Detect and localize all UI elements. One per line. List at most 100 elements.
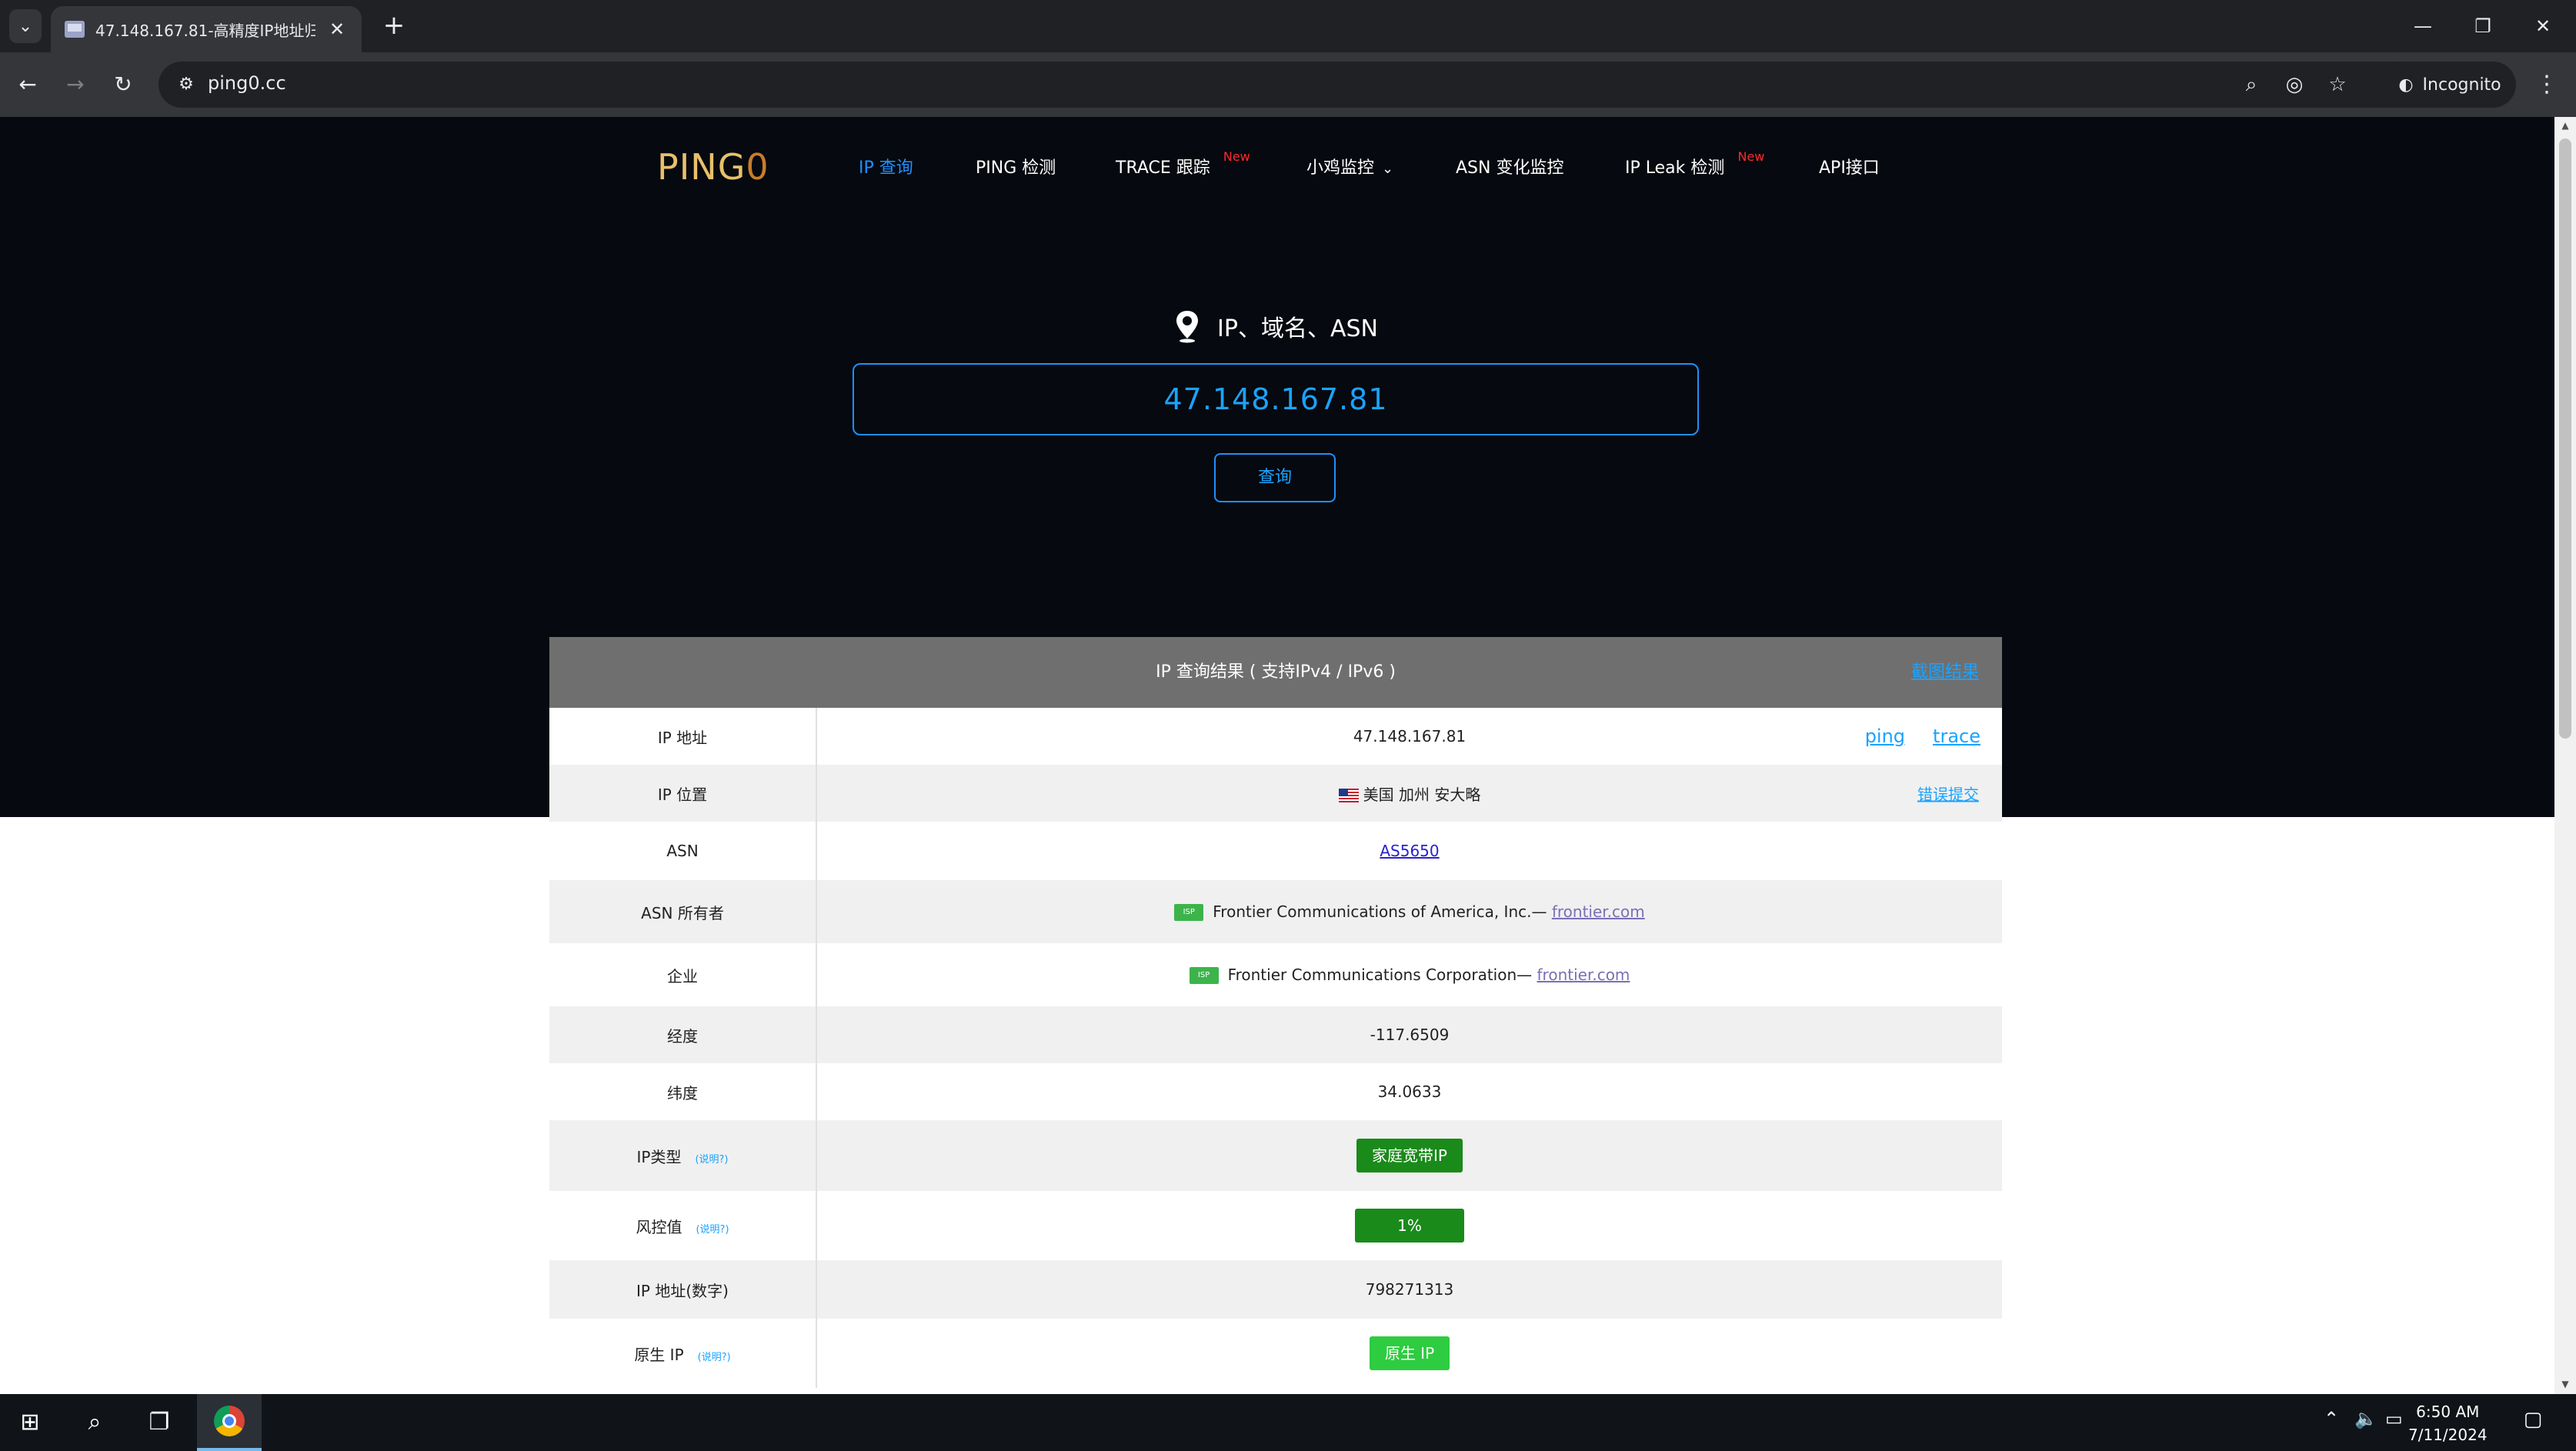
row-label: 企业	[549, 943, 817, 1006]
eye-off-icon[interactable]: ◎	[2279, 69, 2310, 100]
organization-value: Frontier Communications Corporation—	[1227, 965, 1533, 984]
risk-help-link[interactable]: (说明?)	[696, 1224, 729, 1236]
tray-chevron-up-icon[interactable]: ⌃	[2324, 1408, 2339, 1429]
task-view-icon[interactable]: ❐	[138, 1402, 180, 1443]
row-label: ASN 所有者	[549, 880, 817, 943]
nav-asn-monitor[interactable]: ASN 变化监控	[1456, 154, 1563, 178]
nav-api[interactable]: API接口	[1819, 154, 1880, 178]
nav-trace[interactable]: TRACE 跟踪 New	[1116, 149, 1250, 178]
results-table: IP 地址 47.148.167.81 ping trace IP 位置 美国 …	[549, 708, 2002, 1388]
ping-link[interactable]: ping	[1865, 726, 1905, 747]
nav-ip-leak[interactable]: IP Leak 检测 New	[1625, 149, 1764, 178]
nav-ip-query[interactable]: IP 查询	[859, 154, 913, 178]
nav-trace-label: TRACE 跟踪	[1116, 158, 1210, 178]
scroll-up-icon[interactable]: ▲	[2559, 120, 2571, 132]
table-row: 风控值 (说明?) 1%	[549, 1191, 2002, 1260]
asn-owner-domain-link[interactable]: frontier.com	[1552, 902, 1645, 921]
zoom-icon[interactable]: ⌕	[2236, 69, 2267, 100]
reload-icon[interactable]: ↻	[106, 68, 140, 102]
screenshot-link[interactable]: 截图结果	[1911, 637, 1979, 708]
trace-link[interactable]: trace	[1933, 726, 1980, 747]
chevron-down-icon: ⌄	[1382, 161, 1394, 177]
longitude-value: -117.6509	[816, 1006, 2002, 1063]
row-value: 家庭宽带IP	[816, 1120, 2002, 1191]
windows-start-icon[interactable]: ⊞	[9, 1402, 51, 1443]
tab-close-icon[interactable]: ✕	[326, 18, 348, 40]
ip-type-help-link[interactable]: (说明?)	[695, 1154, 728, 1166]
nav-monitor[interactable]: 小鸡监控 ⌄	[1306, 154, 1393, 178]
nav-monitor-label: 小鸡监控	[1306, 158, 1375, 178]
chrome-taskbar-button[interactable]	[197, 1394, 262, 1451]
page-scrollbar[interactable]: ▲ ▼	[2554, 117, 2576, 1394]
risk-badge: 1%	[1355, 1209, 1464, 1243]
table-row: IP 位置 美国 加州 安大略 错误提交	[549, 765, 2002, 822]
new-badge: New	[1737, 149, 1765, 164]
row-value: 原生 IP	[816, 1319, 2002, 1388]
ip-address-value: 47.148.167.81	[1353, 727, 1467, 746]
native-ip-badge: 原生 IP	[1369, 1336, 1450, 1370]
chrome-icon	[214, 1406, 245, 1436]
table-row: IP 地址(数字) 798271313	[549, 1260, 2002, 1319]
back-arrow-icon[interactable]: ←	[11, 68, 45, 102]
address-bar[interactable]: ⚙ ping0.cc ⌕ ◎ ☆	[158, 62, 2504, 108]
search-label-text: IP、域名、ASN	[1217, 315, 1378, 342]
search-input[interactable]: 47.148.167.81	[853, 363, 1699, 435]
row-value: 47.148.167.81 ping trace	[816, 708, 2002, 765]
row-label: 原生 IP (说明?)	[549, 1319, 817, 1388]
scrollbar-thumb[interactable]	[2559, 138, 2571, 739]
asn-owner-value: Frontier Communications of America, Inc.…	[1213, 902, 1547, 921]
native-ip-label: 原生 IP	[634, 1345, 684, 1364]
clock-time: 6:50 AM	[2416, 1403, 2480, 1421]
site-favicon-icon	[65, 21, 85, 38]
table-row: 纬度 34.0633	[549, 1063, 2002, 1120]
row-label: 经度	[549, 1006, 817, 1063]
url-text[interactable]: ping0.cc	[208, 72, 286, 94]
restore-button[interactable]: ❐	[2456, 9, 2510, 43]
site-info-icon[interactable]: ⚙	[172, 71, 200, 98]
browser-menu-icon[interactable]: ⋮	[2531, 68, 2562, 102]
query-button[interactable]: 查询	[1214, 453, 1336, 502]
notification-icon[interactable]: ▢	[2518, 1408, 2548, 1439]
site-logo[interactable]: PING0	[657, 146, 769, 188]
results-title: IP 查询结果 ( 支持IPv4 / IPv6 )	[1156, 662, 1396, 682]
tab-search-chevron-icon[interactable]: ⌄	[9, 9, 42, 43]
table-row: 企业 ISP Frontier Communications Corporatio…	[549, 943, 2002, 1006]
nav-ping[interactable]: PING 检测	[976, 154, 1056, 178]
clock-date: 7/11/2024	[2408, 1426, 2488, 1444]
tab-title: 47.148.167.81-高精度IP地址归属	[95, 21, 315, 40]
volume-muted-icon[interactable]: 🔈	[2354, 1408, 2377, 1429]
results-header: IP 查询结果 ( 支持IPv4 / IPv6 ) 截图结果	[549, 637, 2002, 708]
new-badge: New	[1223, 149, 1250, 164]
system-clock[interactable]: 6:50 AM 7/11/2024	[2408, 1400, 2488, 1446]
table-row: IP类型 (说明?) 家庭宽带IP	[549, 1120, 2002, 1191]
minimize-button[interactable]: —	[2396, 9, 2450, 43]
report-error-link[interactable]: 错误提交	[1917, 782, 1979, 805]
search-icon[interactable]: ⌕	[74, 1402, 115, 1443]
network-icon[interactable]: ▭	[2385, 1408, 2403, 1429]
table-row: 经度 -117.6509	[549, 1006, 2002, 1063]
row-value: AS5650	[816, 822, 2002, 880]
browser-tab-bar: ⌄ 47.148.167.81-高精度IP地址归属 ✕ + — ❐ ✕	[0, 0, 2576, 52]
forward-arrow-icon[interactable]: →	[58, 68, 92, 102]
new-tab-button[interactable]: +	[379, 11, 409, 42]
ip-location-value: 美国 加州 安大略	[1363, 785, 1481, 804]
row-label: 风控值 (说明?)	[549, 1191, 817, 1260]
table-row: ASN 所有者 ISP Frontier Communications of Am…	[549, 880, 2002, 943]
close-window-button[interactable]: ✕	[2516, 9, 2570, 43]
scroll-down-icon[interactable]: ▼	[2559, 1379, 2571, 1391]
incognito-indicator[interactable]: ◐ Incognito	[2384, 62, 2516, 108]
isp-badge: ISP	[1189, 967, 1219, 985]
ip-type-badge: 家庭宽带IP	[1356, 1139, 1463, 1172]
row-value: ISP Frontier Communications Corporation— …	[816, 943, 2002, 1006]
incognito-icon: ◐	[2398, 75, 2414, 95]
ip-actions: ping trace	[1865, 726, 1980, 747]
asn-link[interactable]: AS5650	[1380, 842, 1439, 860]
organization-domain-link[interactable]: frontier.com	[1537, 966, 1630, 984]
row-value: 美国 加州 安大略 错误提交	[816, 765, 2002, 822]
table-row: 原生 IP (说明?) 原生 IP	[549, 1319, 2002, 1388]
bookmark-star-icon[interactable]: ☆	[2322, 69, 2353, 100]
table-row: ASN AS5650	[549, 822, 2002, 880]
table-row: IP 地址 47.148.167.81 ping trace	[549, 708, 2002, 765]
native-ip-help-link[interactable]: (说明?)	[698, 1352, 731, 1363]
browser-tab[interactable]: 47.148.167.81-高精度IP地址归属 ✕	[51, 6, 362, 52]
